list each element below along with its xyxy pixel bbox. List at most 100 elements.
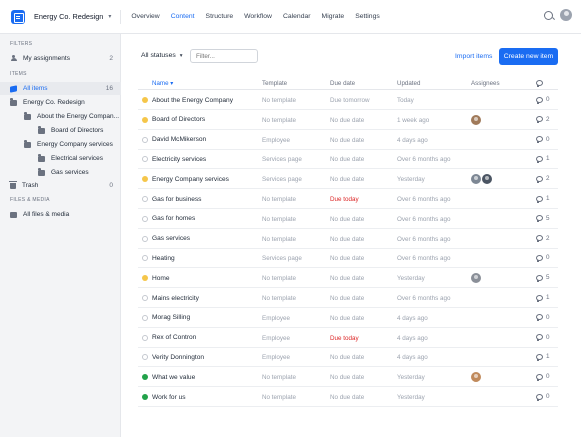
item-name[interactable]: Mains electricity [152,295,199,302]
table-row[interactable]: Mains electricity No template No due date O… [138,289,558,308]
sidebar-tree-item[interactable]: Energy Co. Redesign [0,96,121,109]
avatar[interactable] [482,174,492,185]
search-icon[interactable] [544,10,553,20]
nav-settings[interactable]: Settings [355,13,380,20]
sidebar-tree-item[interactable]: Gas services [0,166,121,179]
comments-count[interactable]: 2 [536,175,550,183]
table-row[interactable]: Gas services No template No due date Over 6… [138,230,558,249]
avatar[interactable] [471,114,481,125]
item-name[interactable]: Electricity services [152,156,206,163]
comments-count[interactable]: 0 [536,136,550,144]
comments-number: 5 [546,214,550,222]
nav-overview[interactable]: Overview [131,13,159,20]
item-name[interactable]: Energy Company services [152,176,229,183]
import-items-link[interactable]: Import items [455,53,492,60]
item-name[interactable]: Work for us [152,394,186,401]
status-select[interactable]: All statuses ▾ [141,52,183,59]
item-name[interactable]: Gas for business [152,196,201,203]
nav-content[interactable]: Content [171,13,195,20]
comments-count[interactable]: 0 [536,373,550,381]
column-header-template[interactable]: Template [262,80,287,87]
nav-calendar[interactable]: Calendar [283,13,311,20]
table-row[interactable]: Gas for business No template Due today Over… [138,190,558,209]
comments-count[interactable]: 0 [536,96,550,104]
item-due-date: No due date [330,215,365,223]
table-row[interactable]: Heating Services page No due date Over 6 mo… [138,249,558,269]
user-avatar[interactable] [560,9,572,21]
item-due-date: No due date [330,116,365,124]
item-due-date: No due date [330,156,365,164]
column-header-name[interactable]: Name ▾ [152,80,173,87]
item-name[interactable]: Board of Directors [152,116,205,123]
comments-count[interactable]: 0 [536,393,550,401]
table-row[interactable]: Morag Silling Employee No due date 4 days a… [138,309,558,328]
item-due-date: No due date [330,295,365,302]
chevron-down-icon[interactable]: ▾ [108,13,111,20]
item-name[interactable]: What we value [152,374,195,381]
comments-count[interactable]: 0 [536,314,550,322]
sidebar-item-all-files[interactable]: All files & media [0,208,121,221]
table-row[interactable]: Rex of Contron Employee Due today 4 days ag… [138,329,558,348]
table-row[interactable]: Home No template No due date Yesterday 5 [138,269,558,289]
comments-count[interactable]: 2 [536,116,550,124]
table-row[interactable]: David McMikerson Employee No due date 4 day… [138,131,558,150]
table-row[interactable]: Gas for homes No template No due date Over … [138,210,558,229]
sidebar-item-my-assignments[interactable]: My assignments 2 [0,52,121,65]
avatar[interactable] [471,372,481,383]
folder-icon [38,126,45,134]
sidebar-tree-item[interactable]: About the Energy Compan... [0,110,121,123]
item-updated: Over 6 months ago [397,255,451,263]
comments-count[interactable]: 2 [536,235,550,243]
sidebar-item-trash[interactable]: Trash 0 [0,179,121,192]
comments-count[interactable]: 0 [536,334,550,342]
item-name[interactable]: Morag Silling [152,314,190,321]
sidebar-item-all-items[interactable]: All items 16 [0,82,121,95]
item-name[interactable]: Verity Donnington [152,354,204,361]
sidebar-tree-item[interactable]: Board of Directors [0,124,121,137]
folder-icon [38,154,45,162]
nav-structure[interactable]: Structure [206,13,234,20]
item-name[interactable]: Rex of Contron [152,334,196,341]
filter-input[interactable] [190,49,258,63]
comments-count[interactable]: 5 [536,214,550,223]
item-name[interactable]: David McMikerson [152,136,206,143]
chevron-down-icon: ▾ [179,52,183,59]
status-dot-icon [142,196,148,202]
comment-icon [536,393,543,401]
files-heading: FILES & MEDIA [10,197,50,203]
table-row[interactable]: Work for us No template No due date Yesterd… [138,388,558,407]
item-name[interactable]: Heating [152,255,175,262]
item-template: No template [262,215,296,223]
status-dot-icon [142,255,148,262]
project-name[interactable]: Energy Co. Redesign [34,12,103,21]
comments-count[interactable]: 1 [536,353,550,361]
sidebar-tree-item[interactable]: Energy Company services [0,138,121,151]
table-row[interactable]: About the Energy Company No template Due t… [138,91,558,110]
comments-number: 0 [546,254,550,262]
nav-migrate[interactable]: Migrate [322,13,345,20]
item-name[interactable]: About the Energy Company [152,97,233,104]
table-row[interactable]: Board of Directors No template No due date… [138,111,558,130]
item-name[interactable]: Home [152,275,170,282]
table-row[interactable]: Energy Company services Services page No d… [138,170,558,190]
table-row[interactable]: Verity Donnington Employee No due date 4 da… [138,348,558,368]
table-row[interactable]: Electricity services Services page No due … [138,150,558,170]
item-name[interactable]: Gas for homes [152,215,195,222]
comments-count[interactable]: 5 [536,274,550,282]
comments-count[interactable]: 1 [536,195,550,203]
comments-count[interactable]: 1 [536,155,550,163]
comments-count[interactable]: 1 [536,294,550,302]
trash-icon [9,180,17,189]
column-header-due-date[interactable]: Due date [330,80,355,87]
item-updated: Yesterday [397,176,425,184]
item-name[interactable]: Gas services [152,235,190,242]
table-row[interactable]: What we value No template No due date Yeste… [138,368,558,388]
avatar[interactable] [471,273,481,284]
nav-workflow[interactable]: Workflow [244,13,272,20]
comments-count[interactable]: 0 [536,254,550,262]
avatar[interactable] [471,174,481,185]
sidebar-tree-item[interactable]: Electrical services [0,152,121,165]
app-logo-icon[interactable] [11,9,25,24]
column-header-updated[interactable]: Updated [397,80,420,87]
create-new-item-button[interactable]: Create new item [499,48,558,65]
